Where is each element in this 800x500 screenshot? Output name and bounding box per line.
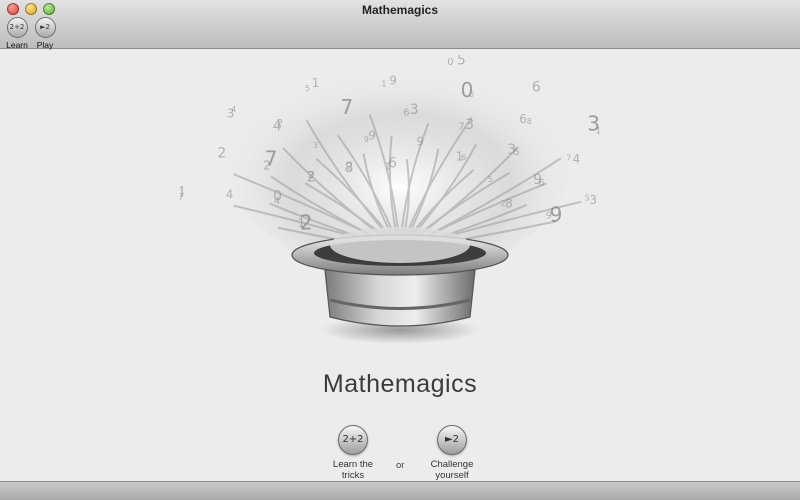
- floating-digit: 1: [312, 76, 320, 90]
- floating-digit: 6: [403, 108, 409, 119]
- floating-digit: 4: [180, 185, 185, 201]
- learn-label-line2: tricks: [341, 470, 365, 481]
- floating-digit: 0: [447, 57, 453, 68]
- floating-digit: 0: [469, 90, 474, 99]
- floating-digit: 8: [527, 117, 532, 126]
- floating-digit: 6: [532, 79, 541, 95]
- floating-digit: 5: [305, 84, 310, 93]
- floating-digit: 5: [488, 175, 493, 184]
- floating-digit: 9: [368, 129, 376, 143]
- floating-digit: 7: [458, 122, 464, 133]
- or-separator: or: [396, 460, 405, 471]
- floating-digit: 7: [341, 95, 354, 119]
- floating-digit: 3: [410, 102, 419, 118]
- floating-digit: 1: [298, 216, 306, 230]
- learn-icon: 2+2: [6, 17, 28, 38]
- floating-digit: 9: [416, 135, 424, 149]
- app-title: Mathemagics: [322, 370, 478, 398]
- challenge-label-line2: yourself: [435, 470, 469, 481]
- floating-digit: 9: [389, 73, 397, 87]
- challenge-yourself-button[interactable]: ►2 Challenge yourself: [412, 425, 492, 481]
- magic-hat-illustration: 2739146850239714268359027146389257134690…: [180, 55, 601, 344]
- floating-digit: 4: [226, 187, 234, 201]
- floating-digit: 5: [514, 147, 520, 158]
- floating-digit: 9: [550, 203, 563, 227]
- hat-body: [324, 269, 476, 327]
- floating-digit: 3: [313, 141, 318, 150]
- learn-tricks-button[interactable]: 2+2 Learn the tricks: [313, 425, 393, 481]
- floating-digit: 2: [217, 146, 226, 162]
- toolbar-learn-button[interactable]: 2+2 Learn: [3, 17, 31, 50]
- floating-digit: 0: [273, 188, 282, 204]
- toolbar-play-label: Play: [36, 40, 54, 50]
- floating-digit: 3: [589, 193, 597, 207]
- toolbar-learn-label: Learn: [6, 40, 28, 50]
- floating-digit: 7: [566, 153, 571, 162]
- toolbar-play-button[interactable]: ►2 Play: [31, 17, 59, 50]
- title-bar: Mathemagics 2+2 Learn ►2 Play: [0, 0, 800, 50]
- floating-digit: 4: [573, 152, 581, 166]
- floating-digit: 6: [388, 155, 397, 171]
- window-title: Mathemagics: [361, 3, 439, 17]
- play-icon: ►2: [34, 17, 56, 38]
- floating-digit: 3: [465, 117, 474, 133]
- app-window: Mathemagics 2+2 Learn ►2 Play 2 7 3 9 1 …: [0, 0, 800, 500]
- floating-digit: 1: [595, 126, 601, 137]
- floating-digit: 8: [505, 197, 513, 211]
- play-icon: ►2: [437, 425, 467, 455]
- floating-digit: 7: [265, 146, 278, 170]
- floating-digit: 6: [538, 178, 544, 189]
- floating-digit: 6: [461, 153, 466, 162]
- learn-label-line1: Learn the: [332, 459, 374, 470]
- hat-smoke-core: [330, 227, 470, 263]
- floating-digit: 4: [231, 105, 236, 114]
- floating-digit: 2: [308, 170, 314, 181]
- challenge-yourself-label: Challenge yourself: [412, 459, 492, 481]
- learn-icon: 2+2: [338, 425, 368, 455]
- floating-digit: 6: [519, 112, 527, 126]
- floating-digit: 5: [457, 55, 466, 68]
- bottom-bar: [0, 481, 800, 500]
- challenge-label-line1: Challenge: [430, 459, 474, 470]
- learn-tricks-label: Learn the tricks: [313, 459, 393, 481]
- floating-digit: 2: [347, 161, 353, 172]
- floating-digit: 2: [277, 118, 283, 129]
- floating-digit: 1: [381, 80, 386, 89]
